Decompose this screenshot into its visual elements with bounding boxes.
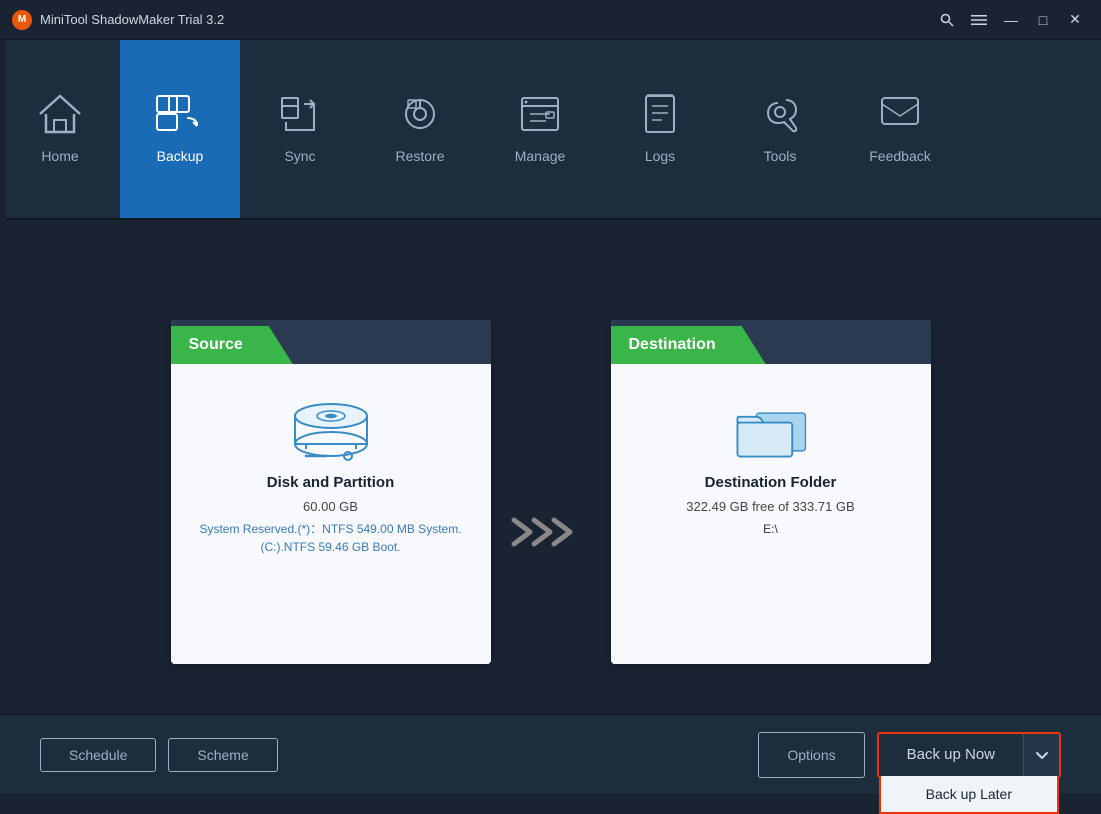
cards-row: Source [60,320,1041,664]
destination-header-wrap: Destination [611,320,931,364]
logs-icon [638,94,682,140]
left-accent [0,40,6,794]
nav-tools[interactable]: Tools [720,40,840,218]
destination-title: Destination Folder [705,474,837,491]
nav-manage-label: Manage [515,148,566,164]
nav-bar: Home Backup Sync [0,40,1101,220]
menu-button[interactable] [965,8,993,32]
backup-now-group: Back up Now Back up Later [877,732,1061,778]
arrow-area [491,432,611,552]
options-button[interactable]: Options [758,732,864,778]
source-card-body[interactable]: Disk and Partition 60.00 GB System Reser… [171,364,491,664]
backup-icon [155,94,205,140]
backup-now-row: Back up Now [879,734,1059,776]
search-button[interactable] [933,8,961,32]
nav-sync[interactable]: Sync [240,40,360,218]
destination-size: 322.49 GB free of 333.71 GB [686,499,854,514]
bottom-bar: Schedule Scheme Options Back up Now Back… [0,714,1101,794]
bottom-left-actions: Schedule Scheme [40,738,278,772]
title-left: M MiniTool ShadowMaker Trial 3.2 [12,10,224,30]
nav-restore[interactable]: Restore [360,40,480,218]
nav-manage[interactable]: Manage [480,40,600,218]
app-title: MiniTool ShadowMaker Trial 3.2 [40,12,224,27]
nav-feedback-label: Feedback [869,148,930,164]
backup-later-dropdown: Back up Later [879,776,1059,814]
feedback-icon [878,94,922,140]
backup-dropdown-button[interactable] [1023,734,1059,776]
source-size: 60.00 GB [303,499,358,514]
nav-logs-label: Logs [645,148,675,164]
nav-home[interactable]: Home [0,40,120,218]
folder-icon [728,394,813,474]
disk-icon [286,394,376,474]
nav-sync-label: Sync [284,148,315,164]
schedule-button[interactable]: Schedule [40,738,156,772]
destination-header-label: Destination [629,336,716,353]
backup-now-button[interactable]: Back up Now [879,734,1023,776]
nav-logs[interactable]: Logs [600,40,720,218]
window-controls: — □ ✕ [933,8,1089,32]
scheme-button[interactable]: Scheme [168,738,277,772]
maximize-button[interactable]: □ [1029,8,1057,32]
destination-card-body[interactable]: Destination Folder 322.49 GB free of 333… [611,364,931,664]
tools-icon [758,94,802,140]
restore-icon [398,94,442,140]
manage-icon [518,94,562,140]
source-title: Disk and Partition [267,474,395,491]
destination-card[interactable]: Destination Destination Folder 322.49 GB… [611,320,931,664]
title-bar: M MiniTool ShadowMaker Trial 3.2 — □ ✕ [0,0,1101,40]
nav-restore-label: Restore [395,148,444,164]
nav-home-label: Home [41,148,78,164]
nav-backup[interactable]: Backup [120,40,240,218]
close-button[interactable]: ✕ [1061,8,1089,32]
sync-icon [278,94,322,140]
destination-detail: E:\ [763,520,778,538]
main-content: Source [0,220,1101,754]
nav-feedback[interactable]: Feedback [840,40,960,218]
bottom-right-actions: Options Back up Now Back up Later [758,732,1061,778]
source-card[interactable]: Source [171,320,491,664]
home-icon [38,94,82,140]
app-logo: M [12,10,32,30]
destination-header: Destination [611,326,766,364]
source-header-wrap: Source [171,320,491,364]
nav-tools-label: Tools [764,148,797,164]
source-detail: System Reserved.(*)：NTFS 549.00 MB Syste… [199,520,461,556]
minimize-button[interactable]: — [997,8,1025,32]
nav-backup-label: Backup [157,148,204,164]
source-header-label: Source [189,336,243,353]
source-header: Source [171,326,293,364]
